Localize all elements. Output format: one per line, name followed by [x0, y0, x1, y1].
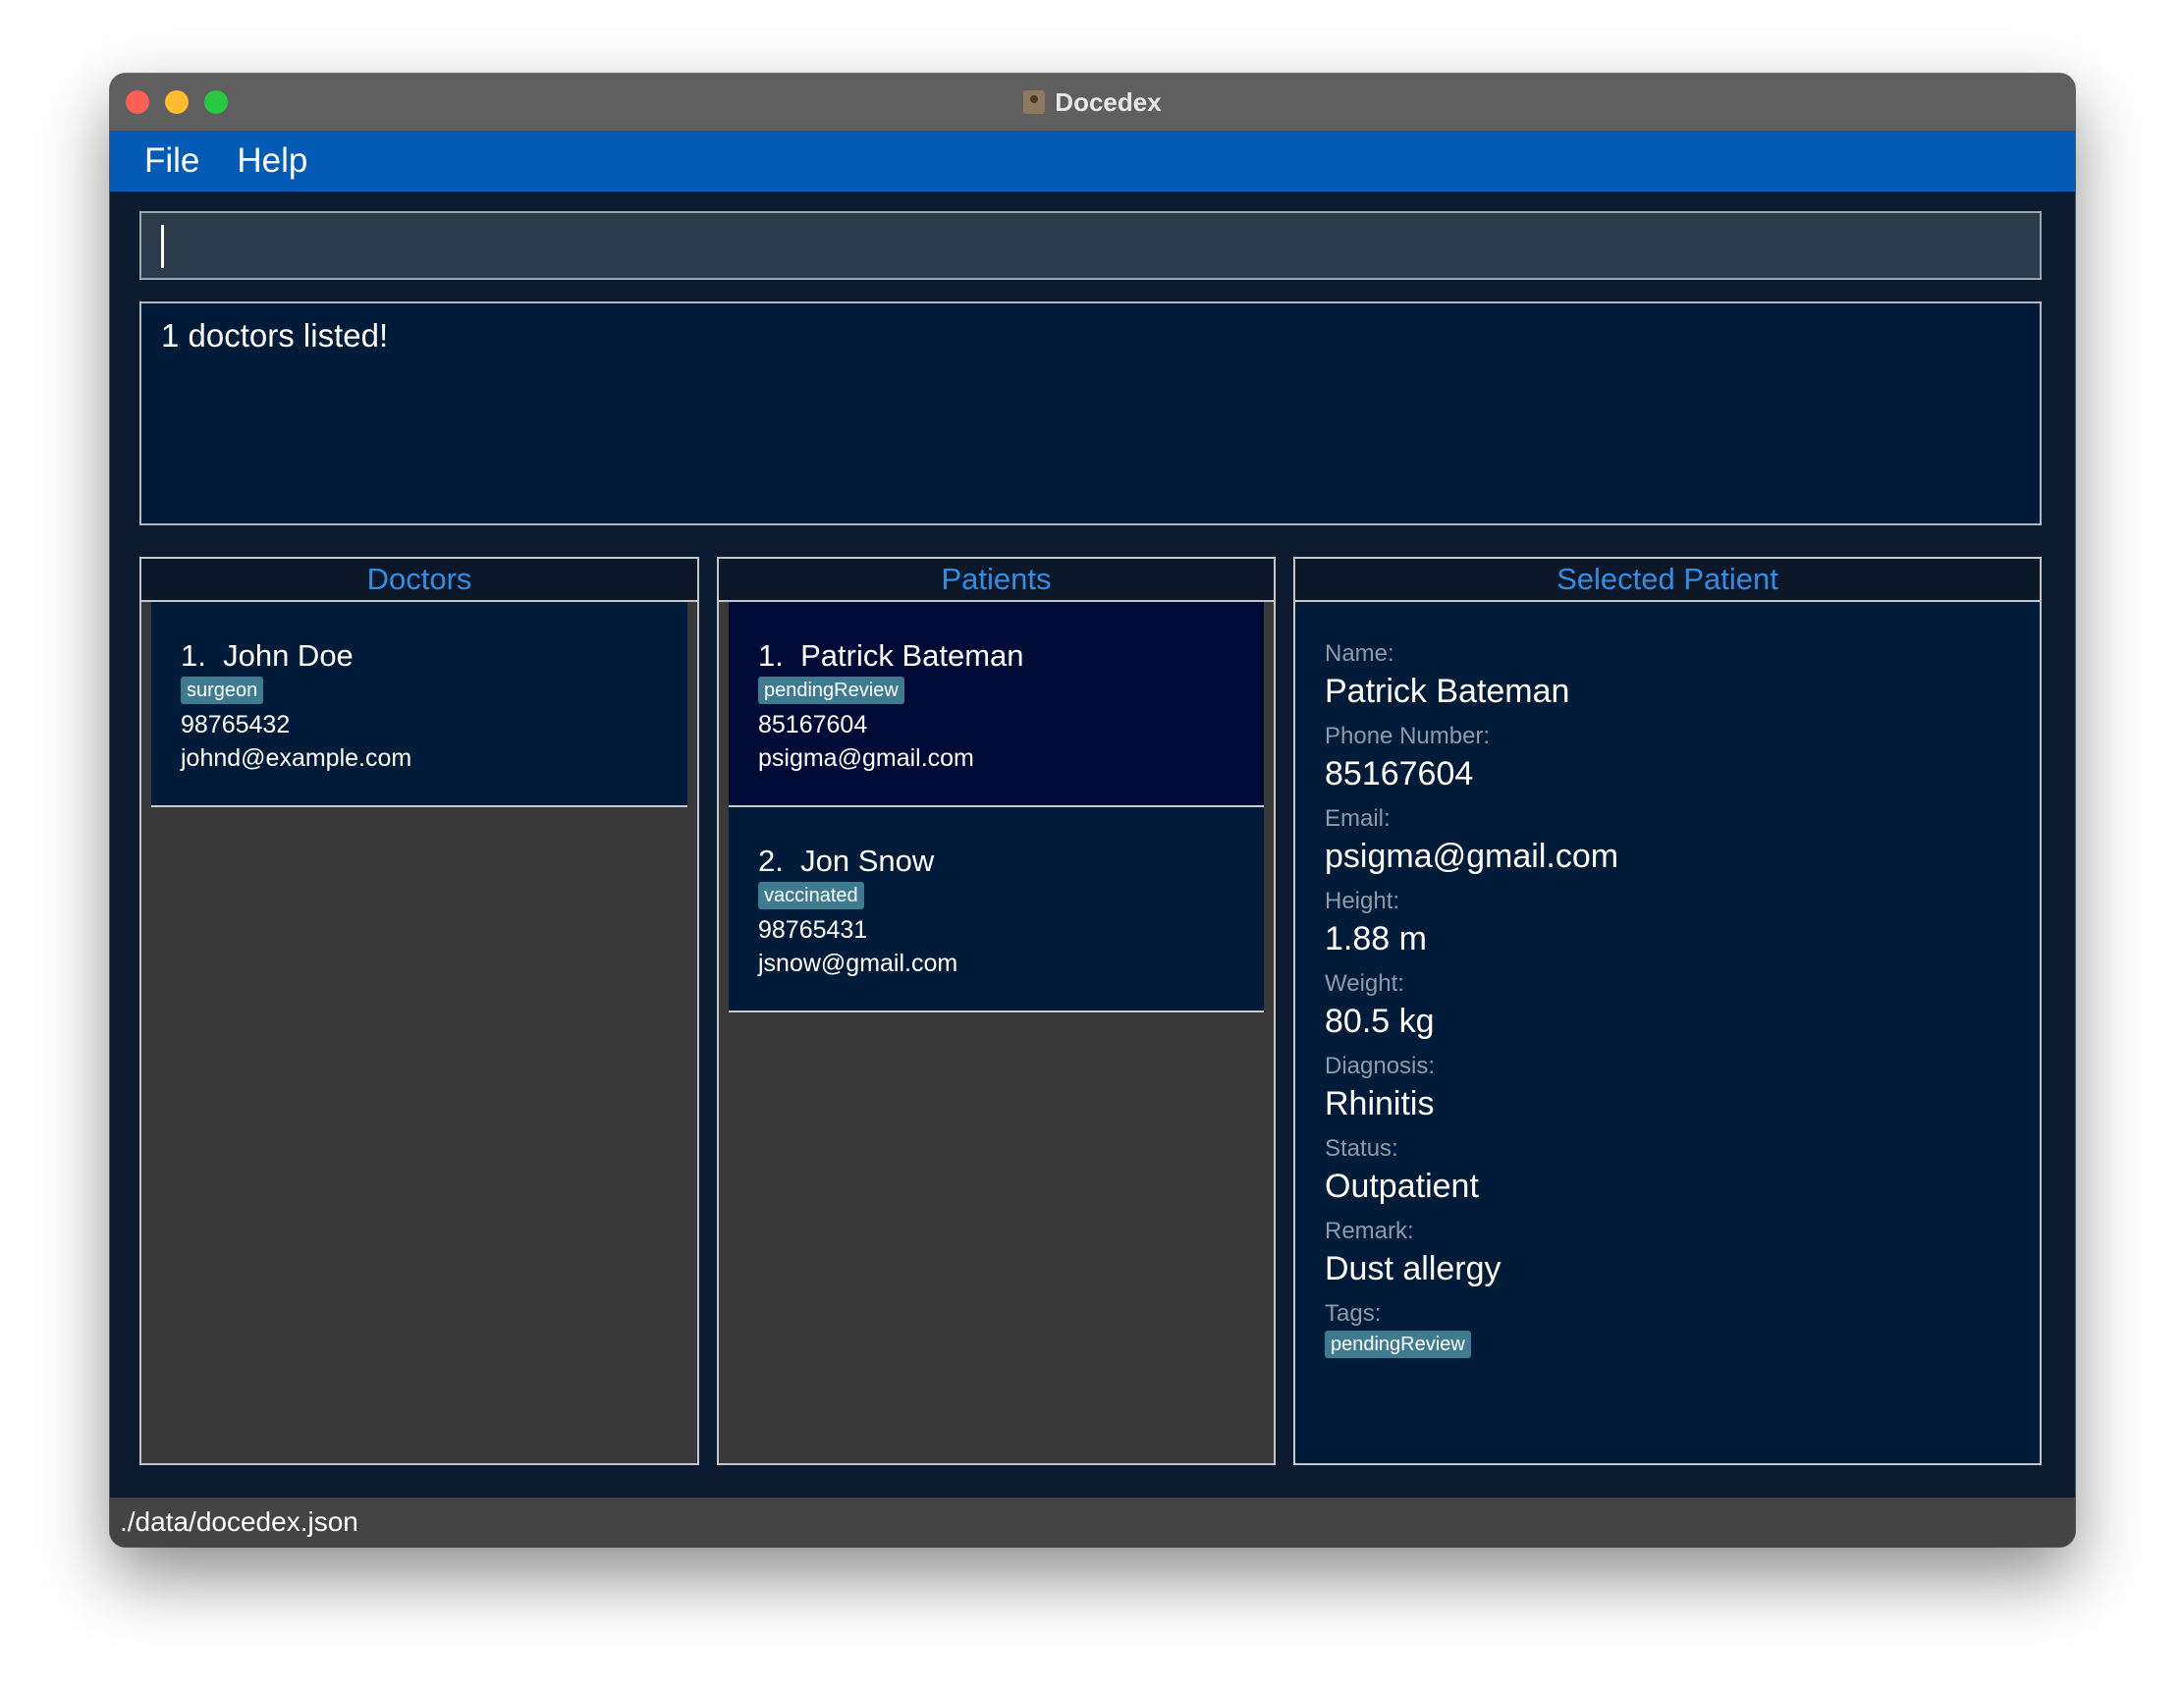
status-label: Status:	[1325, 1135, 1398, 1162]
menu-help[interactable]: Help	[217, 141, 325, 181]
patient-email: psigma@gmail.com	[758, 744, 974, 772]
status-value: Outpatient	[1325, 1168, 1479, 1205]
email-value: psigma@gmail.com	[1325, 838, 1619, 875]
doctors-panel: Doctors 1. John Doe surgeon 98765432 joh…	[139, 557, 699, 1465]
phone-label: Phone Number:	[1325, 723, 1491, 749]
text-caret	[161, 225, 164, 268]
patient-index: 2.	[758, 844, 784, 878]
weight-value: 80.5 kg	[1325, 1003, 1435, 1040]
selected-patient-tag: pendingReview	[1325, 1331, 1471, 1358]
doctor-index: 1.	[181, 638, 206, 673]
patient-email: jsnow@gmail.com	[758, 950, 958, 977]
name-label: Name:	[1325, 640, 1394, 667]
patients-panel-title: Patients	[719, 559, 1274, 602]
patient-tag: vaccinated	[758, 882, 864, 909]
result-display: 1 doctors listed!	[139, 301, 2042, 525]
patient-tag: pendingReview	[758, 677, 904, 704]
selected-patient-details: Name: Patrick Bateman Phone Number: 8516…	[1295, 602, 2040, 1463]
doctor-card[interactable]: 1. John Doe surgeon 98765432 johnd@examp…	[151, 602, 687, 807]
doctor-phone: 98765432	[181, 711, 291, 738]
weight-label: Weight:	[1325, 970, 1404, 997]
height-label: Height:	[1325, 888, 1400, 914]
patient-phone: 85167604	[758, 711, 868, 738]
selected-patient-panel: Selected Patient Name: Patrick Bateman P…	[1293, 557, 2042, 1465]
status-bar: ./data/docedex.json	[110, 1498, 2075, 1547]
patient-name: Jon Snow	[800, 844, 935, 878]
name-value: Patrick Bateman	[1325, 673, 1570, 710]
window-title: Docedex	[1055, 86, 1162, 117]
app-icon	[1023, 90, 1046, 114]
height-value: 1.88 m	[1325, 920, 1427, 957]
doctor-name-line: 1. John Doe	[181, 637, 687, 675]
app-window: Docedex File Help 1 doctors listed! Doct…	[110, 74, 2075, 1547]
diagnosis-value: Rhinitis	[1325, 1085, 1435, 1122]
result-text: 1 doctors listed!	[161, 317, 389, 354]
email-label: Email:	[1325, 805, 1391, 832]
phone-value: 85167604	[1325, 755, 1474, 792]
doctor-name: John Doe	[223, 638, 354, 673]
tags-label: Tags:	[1325, 1300, 1382, 1327]
patient-name-line: 2. Jon Snow	[758, 843, 1264, 880]
menu-file[interactable]: File	[110, 141, 217, 181]
patients-panel: Patients 1. Patrick Bateman pendingRevie…	[717, 557, 1276, 1465]
selected-patient-panel-title: Selected Patient	[1295, 559, 2040, 602]
doctor-tag: surgeon	[181, 677, 264, 704]
doctors-panel-title: Doctors	[141, 559, 697, 602]
window-title-group: Docedex	[110, 74, 2075, 131]
data-file-path: ./data/docedex.json	[120, 1506, 358, 1537]
patient-index: 1.	[758, 638, 784, 673]
doctor-email: johnd@example.com	[181, 744, 412, 772]
remark-label: Remark:	[1325, 1218, 1414, 1244]
diagnosis-label: Diagnosis:	[1325, 1053, 1436, 1079]
patient-card[interactable]: 2. Jon Snow vaccinated 98765431 jsnow@gm…	[729, 807, 1264, 1012]
patient-name-line: 1. Patrick Bateman	[758, 637, 1264, 675]
patient-card-selected[interactable]: 1. Patrick Bateman pendingReview 8516760…	[729, 602, 1264, 807]
menu-bar: File Help	[110, 131, 2075, 191]
patient-phone: 98765431	[758, 916, 868, 944]
remark-value: Dust allergy	[1325, 1250, 1502, 1287]
command-input[interactable]	[139, 211, 2042, 280]
title-bar: Docedex	[110, 74, 2075, 132]
patient-name: Patrick Bateman	[800, 638, 1024, 673]
